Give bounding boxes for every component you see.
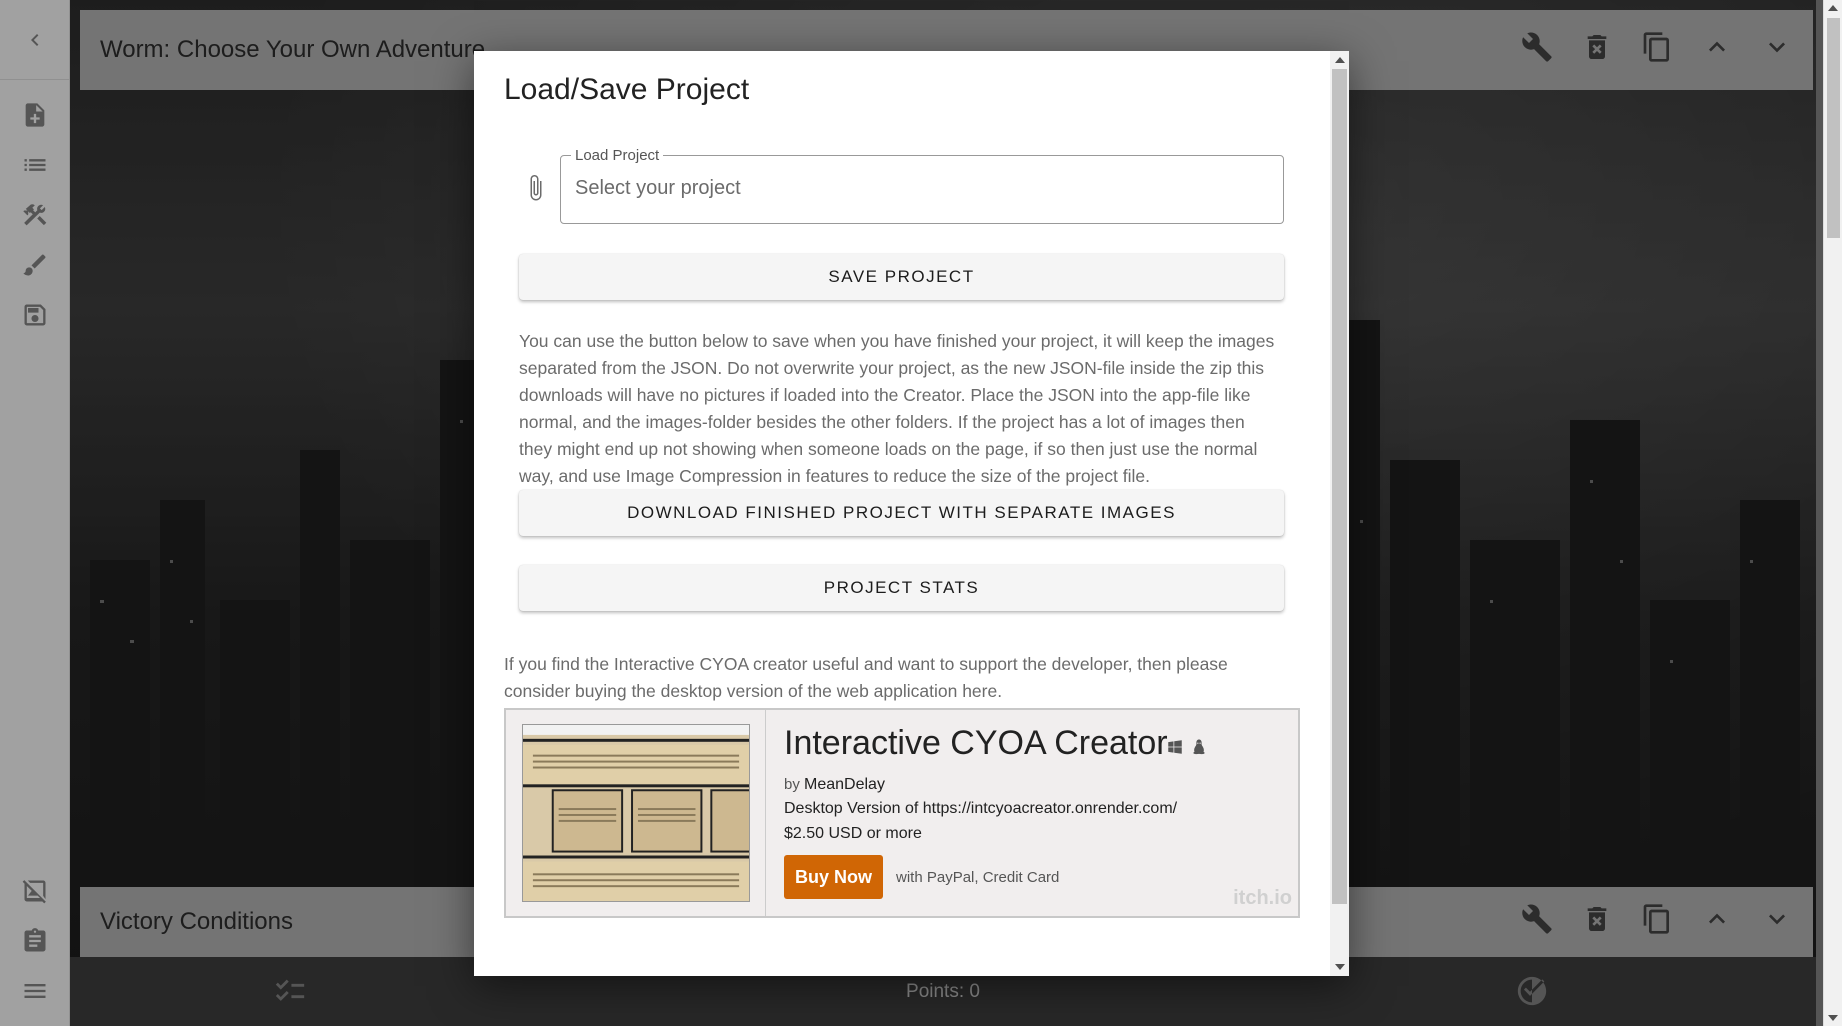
page-scroll-thumb[interactable]	[1827, 18, 1840, 238]
dialog-scroll-up-arrow[interactable]	[1335, 57, 1345, 63]
load-project-field[interactable]: Load Project Select your project	[560, 147, 1284, 224]
itch-logo[interactable]: itch.io	[1233, 887, 1292, 910]
dialog-scrollbar[interactable]	[1330, 51, 1349, 976]
product-name[interactable]: Interactive CYOA Creator	[784, 724, 1168, 763]
linux-icon	[1193, 739, 1206, 755]
product-screenshot	[522, 724, 750, 902]
itch-widget: Interactive CYOA Creator by MeanDelay De…	[504, 708, 1300, 918]
load-project-label: Load Project	[571, 147, 664, 164]
dialog-scroll-thumb[interactable]	[1332, 69, 1347, 904]
product-thumbnail[interactable]	[506, 710, 766, 916]
support-developer-text: If you find the Interactive CYOA creator…	[504, 654, 1228, 701]
product-description: Desktop Version of https://intcyoacreato…	[784, 800, 1178, 817]
product-price: $2.50 USD or more	[784, 825, 922, 842]
save-project-button[interactable]: SAVE PROJECT	[519, 254, 1284, 300]
windows-icon	[1168, 740, 1182, 754]
platform-icons	[1166, 738, 1210, 761]
download-separate-images-button[interactable]: DOWNLOAD FINISHED PROJECT WITH SEPARATE …	[519, 490, 1284, 536]
author-line: by MeanDelay	[784, 776, 885, 793]
paperclip-icon[interactable]	[524, 173, 548, 205]
dialog-scroll-down-arrow[interactable]	[1335, 964, 1345, 970]
load-project-placeholder[interactable]: Select your project	[575, 177, 741, 200]
project-stats-button[interactable]: PROJECT STATS	[519, 565, 1284, 611]
save-instructions-text: You can use the button below to save whe…	[519, 331, 1275, 486]
scroll-up-arrow[interactable]	[1828, 5, 1838, 11]
load-save-dialog: Load/Save Project Load Project Select yo…	[474, 51, 1349, 976]
author-link[interactable]: MeanDelay	[804, 776, 885, 793]
buy-now-button[interactable]: Buy Now	[784, 855, 883, 899]
dialog-title: Load/Save Project	[504, 73, 750, 106]
payment-methods: with PayPal, Credit Card	[896, 869, 1060, 886]
page-scrollbar[interactable]	[1823, 0, 1842, 1026]
scroll-down-arrow[interactable]	[1828, 1015, 1838, 1021]
